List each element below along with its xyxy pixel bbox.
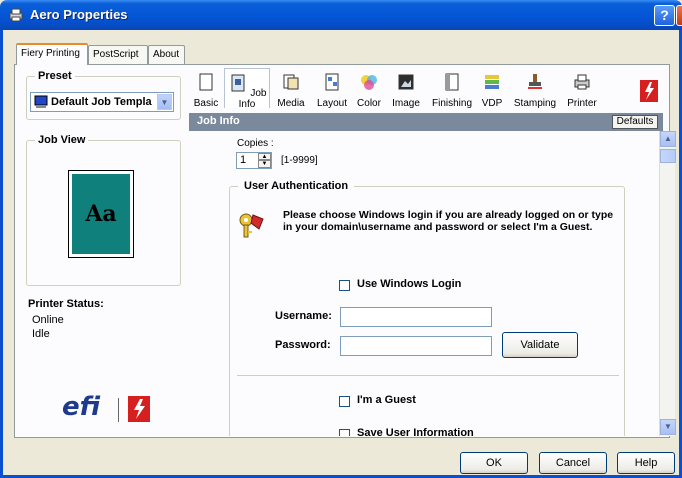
title-bar[interactable]: Aero Properties ? X xyxy=(0,0,682,30)
template-icon xyxy=(34,95,48,108)
copies-value: 1 xyxy=(240,154,247,166)
section-header: Job Info xyxy=(189,113,663,131)
spin-down-icon[interactable]: ▼ xyxy=(258,160,271,168)
toolbar-image[interactable]: Image xyxy=(388,72,424,109)
tab-about[interactable]: About xyxy=(148,45,185,65)
efi-logo: efi xyxy=(62,392,101,422)
password-input[interactable] xyxy=(340,336,492,356)
tab-postscript[interactable]: PostScript xyxy=(88,45,148,65)
close-button[interactable]: X xyxy=(676,5,682,26)
username-input[interactable] xyxy=(340,307,492,327)
copies-input[interactable]: 1 ▲ ▼ xyxy=(236,152,272,169)
fiery-logo-icon xyxy=(128,396,150,422)
auth-message: Please choose Windows login if you are a… xyxy=(283,209,614,233)
copies-label: Copies : xyxy=(237,138,274,149)
scroll-down-icon[interactable]: ▼ xyxy=(660,419,676,435)
printer-status-title: Printer Status: xyxy=(28,298,104,310)
toolbar-vdp[interactable]: VDP xyxy=(478,72,506,109)
keys-icon xyxy=(239,213,264,238)
job-info-icon xyxy=(231,74,245,92)
media-icon xyxy=(283,74,299,90)
toolbar-job-info[interactable]: Job Info xyxy=(224,68,270,110)
ok-button[interactable]: OK xyxy=(460,452,528,474)
fiery-logo-icon xyxy=(640,80,658,102)
chevron-down-icon[interactable]: ▼ xyxy=(157,94,172,110)
printer-status-online: Online xyxy=(32,314,64,326)
job-view-title: Job View xyxy=(35,134,89,146)
password-label: Password: xyxy=(275,339,331,351)
scrollbar-thumb[interactable] xyxy=(660,149,676,163)
toolbar-label: Printer xyxy=(567,98,597,109)
copies-range: [1-9999] xyxy=(281,155,318,166)
preset-value: Default Job Templa xyxy=(51,96,152,108)
vdp-icon xyxy=(485,75,499,89)
toolbar-printer[interactable]: Printer xyxy=(564,72,600,109)
logo-divider xyxy=(118,398,119,422)
vertical-scrollbar[interactable]: ▲ ▼ xyxy=(659,131,676,436)
printer-status-idle: Idle xyxy=(32,328,50,340)
preset-title: Preset xyxy=(35,70,75,82)
toolbar-label: Layout xyxy=(316,98,348,109)
job-preview-text: Aa xyxy=(72,174,130,254)
toolbar-basic[interactable]: Basic xyxy=(192,72,220,109)
toolbar-label: Media xyxy=(277,98,305,109)
guest-label: I'm a Guest xyxy=(357,394,416,406)
scroll-up-icon[interactable]: ▲ xyxy=(660,131,676,147)
toolbar-label: Stamping xyxy=(513,98,557,109)
toolbar-layout[interactable]: Layout xyxy=(314,72,350,109)
printer-icon xyxy=(574,74,590,90)
toolbar-label: Color xyxy=(357,98,381,109)
tab-fiery-printing[interactable]: Fiery Printing xyxy=(16,43,88,65)
finishing-icon xyxy=(445,73,459,91)
page-icon xyxy=(199,73,213,91)
cancel-button[interactable]: Cancel xyxy=(539,452,607,474)
user-auth-title: User Authentication xyxy=(238,180,355,192)
help-title-button[interactable]: ? xyxy=(654,5,675,26)
save-user-info-label: Save User Information xyxy=(357,427,474,436)
defaults-button[interactable]: Defaults xyxy=(612,115,658,129)
spin-up-icon[interactable]: ▲ xyxy=(258,153,271,160)
username-label: Username: xyxy=(275,310,332,322)
use-windows-login-checkbox[interactable] xyxy=(339,280,350,291)
toolbar-finishing[interactable]: Finishing xyxy=(428,72,476,109)
color-wheel-icon xyxy=(361,75,377,90)
toolbar-label: Basic xyxy=(193,98,219,109)
guest-checkbox[interactable] xyxy=(339,396,350,407)
toolbar-stamping[interactable]: Stamping xyxy=(508,72,562,109)
layout-icon xyxy=(325,73,339,91)
preset-dropdown[interactable]: Default Job Templa ▼ xyxy=(30,92,174,112)
image-icon xyxy=(398,74,414,90)
toolbar-label: Image xyxy=(392,98,420,109)
job-preview: Aa xyxy=(68,170,134,258)
section-divider xyxy=(237,375,619,376)
help-button[interactable]: Help xyxy=(617,452,675,474)
toolbar-label: Finishing xyxy=(431,98,473,109)
toolbar-color[interactable]: Color xyxy=(354,72,384,109)
toolbar-media[interactable]: Media xyxy=(274,72,308,109)
window-title: Aero Properties xyxy=(30,7,128,22)
printer-app-icon xyxy=(9,8,23,22)
use-windows-login-label: Use Windows Login xyxy=(357,278,462,290)
save-user-info-checkbox[interactable] xyxy=(339,429,350,436)
toolbar-label: VDP xyxy=(481,98,503,109)
stamp-icon xyxy=(528,74,542,89)
validate-button[interactable]: Validate xyxy=(502,332,578,358)
job-info-content: Copies : 1 ▲ ▼ [1-9999] User Authenticat… xyxy=(189,131,653,436)
